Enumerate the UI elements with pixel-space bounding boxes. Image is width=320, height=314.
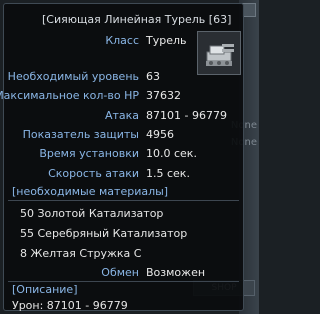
stat-label-attack-speed: Скорость атаки [48, 167, 139, 180]
item-tooltip: [Сияющая Линейная Турель [63] Класс Туре… [0, 3, 244, 312]
turret-icon [197, 31, 241, 75]
exchange-label: Обмен [101, 266, 139, 279]
material-item: 50 Золотой Катализатор [20, 207, 164, 220]
stat-label-class: Класс [105, 34, 139, 47]
description-text: Урон: 87101 - 96779 [12, 299, 128, 312]
stat-label-defense: Показатель защиты [22, 128, 139, 141]
stat-label-hp: Максимальное кол-во HP [0, 89, 139, 102]
stat-value-install-time: 10.0 сек. [146, 147, 197, 160]
stat-value-defense: 4956 [146, 128, 174, 141]
exchange-value: Возможен [146, 266, 206, 279]
stat-value-attack-speed: 1.5 сек. [146, 167, 190, 180]
material-item: 55 Серебряный Катализатор [20, 227, 188, 240]
close-icon[interactable] [242, 3, 256, 17]
stat-label-level: Необходимый уровень [7, 70, 139, 83]
divider [8, 281, 239, 282]
stat-label-attack: Атака [104, 109, 139, 122]
stat-value-attack: 87101 - 96779 [146, 109, 227, 122]
stat-value-level: 63 [146, 70, 160, 83]
stat-value-class: Турель [146, 34, 187, 47]
stat-label-install-time: Время установки [39, 147, 139, 160]
item-title: [Сияющая Линейная Турель [63] [42, 13, 232, 26]
stat-value-hp: 37632 [146, 89, 181, 102]
description-header: [Описание] [12, 283, 78, 296]
material-item: 8 Желтая Стружка С [20, 247, 142, 260]
divider [8, 200, 239, 201]
materials-header: [необходимые материалы] [12, 185, 169, 198]
